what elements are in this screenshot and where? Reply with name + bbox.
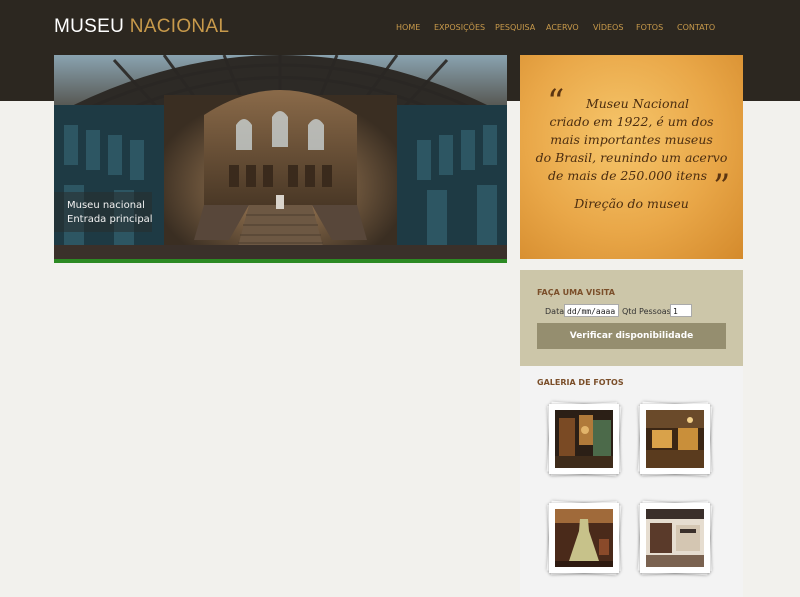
hero-progress-bar bbox=[54, 259, 507, 263]
photo-gallery: GALERIA DE FOTOS bbox=[520, 366, 743, 597]
site-logo[interactable]: MUSEU NACIONAL bbox=[54, 16, 229, 38]
nav-item-contato[interactable]: CONTATO bbox=[677, 23, 715, 32]
logo-text-museu: MUSEU bbox=[54, 16, 125, 37]
gallery-photo-2[interactable] bbox=[637, 401, 713, 477]
quote-line-4: do Brasil, reunindo um acervo bbox=[535, 150, 728, 165]
quote-line-2: criado em 1922, é um dos bbox=[549, 114, 714, 129]
check-availability-button[interactable]: Verificar disponibilidade bbox=[537, 323, 726, 349]
nav-item-pesquisa[interactable]: PESQUISA bbox=[495, 23, 535, 32]
nav-item-exposicoes[interactable]: EXPOSIÇÕES bbox=[434, 23, 485, 32]
date-input[interactable]: dd/mm/aaaa bbox=[564, 304, 619, 317]
hero-caption: Museu nacional Entrada principal bbox=[54, 192, 153, 232]
quote-author: Direção do museu bbox=[574, 196, 689, 211]
visit-form-title: FAÇA UMA VISITA bbox=[537, 288, 615, 297]
gallery-title: GALERIA DE FOTOS bbox=[537, 378, 624, 387]
hero-caption-subtitle: Entrada principal bbox=[67, 214, 153, 225]
people-quantity-input[interactable]: 1 bbox=[670, 304, 692, 317]
nav-item-acervo[interactable]: ACERVO bbox=[546, 23, 579, 32]
nav-item-home[interactable]: HOME bbox=[396, 23, 420, 32]
quote-box: “ Museu Nacional criado em 1922, é um do… bbox=[520, 55, 743, 259]
people-label: Qtd Pessoas bbox=[622, 307, 671, 316]
logo-text-nacional: NACIONAL bbox=[129, 16, 230, 37]
nav-item-fotos[interactable]: FOTOS bbox=[636, 23, 663, 32]
hero-banner[interactable]: Museu nacional Entrada principal bbox=[54, 55, 507, 259]
exhibit-panels-photo bbox=[646, 509, 704, 567]
exhibit-room-photo bbox=[555, 410, 613, 468]
quote-line-3: mais importantes museus bbox=[550, 132, 713, 147]
nav-item-videos[interactable]: VÍDEOS bbox=[593, 23, 623, 32]
dress-exhibit-photo bbox=[555, 509, 613, 567]
hero-caption-title: Museu nacional bbox=[67, 200, 145, 211]
exhibit-hall-photo bbox=[646, 410, 704, 468]
visit-form: FAÇA UMA VISITA Data dd/mm/aaaa Qtd Pess… bbox=[520, 270, 743, 366]
date-label: Data bbox=[545, 307, 565, 316]
gallery-photo-3[interactable] bbox=[546, 500, 622, 576]
quote-line-1: Museu Nacional bbox=[585, 96, 690, 111]
gallery-photo-4[interactable] bbox=[637, 500, 713, 576]
gallery-photo-1[interactable] bbox=[546, 401, 622, 477]
quote-line-5: de mais de 250.000 itens bbox=[548, 168, 707, 183]
